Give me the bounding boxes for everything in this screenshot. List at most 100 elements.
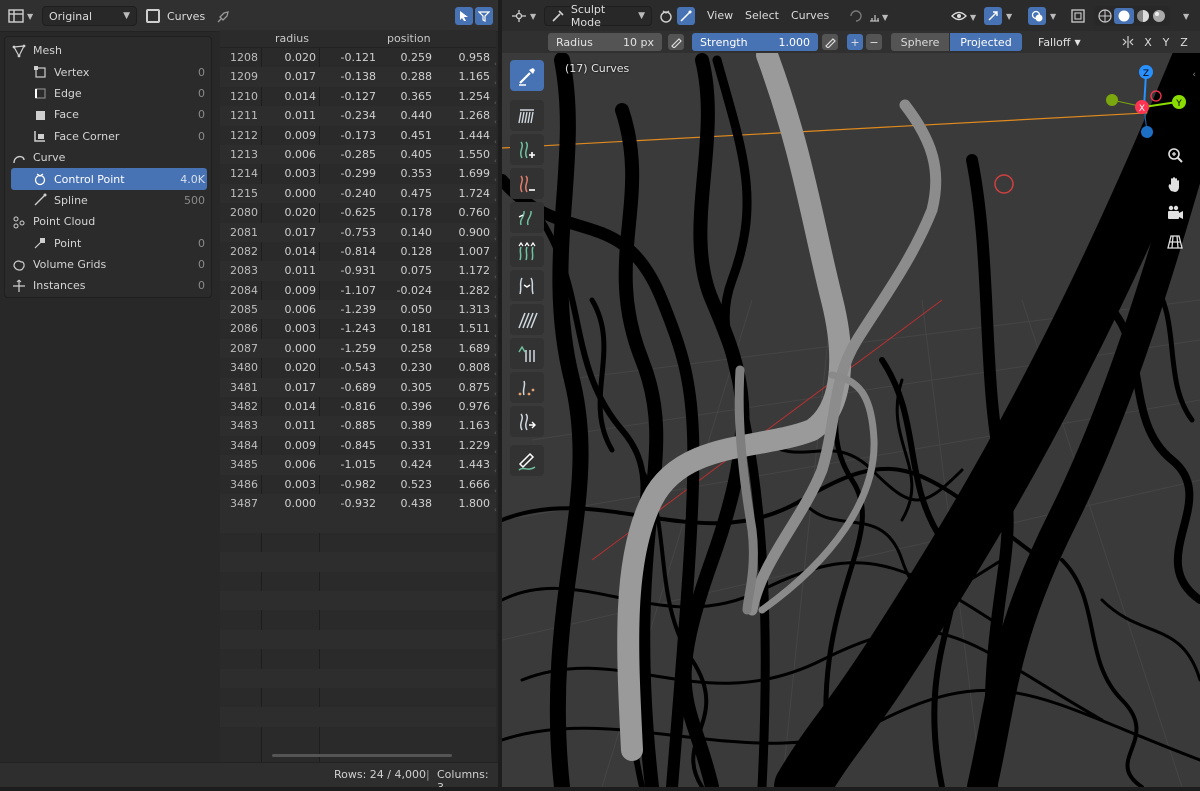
tool-shelf — [510, 60, 544, 480]
object-field[interactable]: Curves — [146, 6, 205, 26]
tree-item-face-corner[interactable]: Face Corner 0 — [5, 126, 211, 147]
snap-button[interactable]: ▼ — [869, 6, 891, 26]
tool-settings-header: Radius 10 px Strength 1.000 + − Sphere P… — [502, 31, 1200, 53]
position-x-cell: -0.932 — [340, 496, 376, 510]
menu-select[interactable]: Select — [745, 9, 779, 22]
scroll-marker-icon: ‹ — [494, 215, 498, 223]
visibility-button[interactable]: ▼ — [950, 6, 978, 26]
table-body: 1208 0.020 -0.121 0.259 0.958 1209 0.017 -0.138… — [220, 48, 496, 746]
position-y-cell: 0.230 — [400, 361, 433, 375]
menu-view[interactable]: View — [707, 9, 733, 22]
tool-comb[interactable] — [510, 60, 544, 91]
gizmo-neg-x-icon — [1150, 90, 1162, 102]
tree-item-point[interactable]: Point 0 — [5, 233, 211, 254]
tool-snake-hook[interactable] — [510, 372, 544, 403]
tree-item-mesh[interactable]: Mesh — [5, 40, 211, 61]
gizmo-toggle[interactable]: ▼ — [984, 6, 1012, 26]
viewport-canvas[interactable] — [502, 0, 1200, 787]
tool-annotate[interactable] — [510, 445, 544, 476]
material-shading-icon[interactable] — [1135, 8, 1151, 24]
tool-add[interactable] — [510, 134, 544, 165]
radius-cell: 0.000 — [284, 186, 317, 200]
chevron-down-icon: ▼ — [1050, 11, 1057, 21]
column-header-position[interactable]: position — [387, 32, 431, 45]
tree-item-face[interactable]: Face 0 — [5, 104, 211, 125]
tool-pinch[interactable] — [510, 270, 544, 301]
strength-field[interactable]: Strength 1.000 — [692, 33, 818, 51]
camera-button[interactable] — [1164, 202, 1186, 224]
navigation-gizmo[interactable]: Z Y X — [1106, 60, 1196, 150]
tool-grow-shrink[interactable] — [510, 236, 544, 267]
tool-slide[interactable] — [510, 406, 544, 437]
column-header-radius[interactable]: radius — [275, 32, 309, 45]
transform-pivot-button[interactable] — [848, 6, 864, 26]
scroll-marker-icon: ‹ — [494, 409, 498, 417]
shading-options[interactable]: ▼ — [1183, 6, 1189, 26]
strength-pressure-toggle[interactable] — [822, 34, 838, 50]
evaluation-dropdown[interactable]: Original ▼ — [42, 6, 137, 26]
editor-type-button[interactable]: ▼ — [510, 6, 536, 26]
horizontal-scrollbar[interactable] — [272, 754, 452, 757]
radius-cell: 0.011 — [284, 109, 317, 123]
radius-cell: 0.003 — [284, 167, 317, 181]
wireframe-shading-icon[interactable] — [1097, 8, 1113, 24]
solid-shading-icon[interactable] — [1114, 8, 1134, 24]
ortho-toggle-button[interactable] — [1164, 231, 1186, 253]
position-y-cell: 0.405 — [400, 147, 433, 161]
tree-item-volume-grids[interactable]: Volume Grids 0 — [5, 254, 211, 275]
comb-icon — [519, 67, 535, 86]
radius-field[interactable]: Radius 10 px — [548, 33, 662, 51]
radius-pressure-toggle[interactable] — [668, 34, 684, 50]
camera-icon — [1168, 205, 1183, 219]
falloff-shape-sphere[interactable]: Sphere — [891, 33, 949, 51]
position-x-cell: -1.259 — [340, 341, 376, 355]
tool-puff[interactable] — [510, 304, 544, 335]
3d-viewport[interactable]: ▼ Sculpt Mode ▼ View Select Curves ▼ ▼ ▼ — [502, 0, 1200, 787]
xray-toggle[interactable] — [1070, 6, 1086, 26]
rendered-shading-icon[interactable] — [1151, 8, 1167, 24]
empty-row — [220, 649, 496, 668]
falloff-icon-button[interactable] — [658, 6, 674, 26]
tool-density[interactable] — [510, 202, 544, 233]
smooth-icon — [518, 345, 535, 362]
tree-item-point-cloud[interactable]: Point Cloud — [5, 211, 211, 232]
empty-row — [220, 533, 496, 552]
tool-smooth[interactable] — [510, 338, 544, 369]
tree-item-edge[interactable]: Edge 0 — [5, 83, 211, 104]
brush-falloff-toggle[interactable] — [677, 6, 695, 26]
tree-item-instances[interactable]: Instances 0 — [5, 275, 211, 296]
mirror-x-button[interactable]: X — [1140, 34, 1156, 50]
overlays-toggle[interactable]: ▼ — [1028, 6, 1056, 26]
position-y-cell: 0.396 — [400, 400, 433, 414]
tool-delete-curves[interactable] — [510, 168, 544, 199]
subtract-mode-button[interactable]: − — [866, 34, 882, 50]
radius-value: 10 px — [623, 35, 654, 49]
tree-item-spline[interactable]: Spline 500 — [5, 190, 211, 211]
row-index: 3486 — [230, 477, 258, 491]
pin-button[interactable] — [217, 6, 231, 26]
filter-toggle[interactable] — [475, 6, 493, 26]
edge-icon — [32, 86, 48, 100]
table-row: 2084 0.009 -1.107 -0.024 1.282 — [220, 281, 496, 300]
editor-type-button[interactable]: ▼ — [4, 6, 38, 26]
mirror-z-button[interactable]: Z — [1176, 34, 1192, 50]
mirror-y-button[interactable]: Y — [1158, 34, 1174, 50]
tree-item-curve[interactable]: Curve — [5, 147, 211, 168]
falloff-shape-projected[interactable]: Projected — [950, 33, 1022, 51]
sidebar-toggle-icon[interactable]: ‹ — [1192, 70, 1196, 80]
tree-item-control-point[interactable]: Control Point 4.0K — [11, 168, 207, 190]
3d-view-icon — [512, 10, 526, 22]
menu-curves[interactable]: Curves — [791, 9, 829, 22]
add-mode-button[interactable]: + — [847, 34, 863, 50]
position-x-cell: -0.121 — [340, 51, 376, 64]
tree-item-vertex[interactable]: Vertex 0 — [5, 61, 211, 82]
spreadsheet-header: ▼ Original ▼ Curves — [0, 0, 498, 32]
selected-only-toggle[interactable] — [455, 6, 473, 26]
tool-delete[interactable] — [510, 100, 544, 131]
mode-dropdown[interactable]: Sculpt Mode ▼ — [544, 3, 652, 29]
empty-row — [220, 707, 496, 727]
zoom-button[interactable] — [1164, 144, 1186, 166]
radius-cell: 0.009 — [284, 283, 317, 297]
pan-button[interactable] — [1164, 173, 1186, 195]
falloff-dropdown[interactable]: Falloff ▼ — [1030, 33, 1084, 51]
